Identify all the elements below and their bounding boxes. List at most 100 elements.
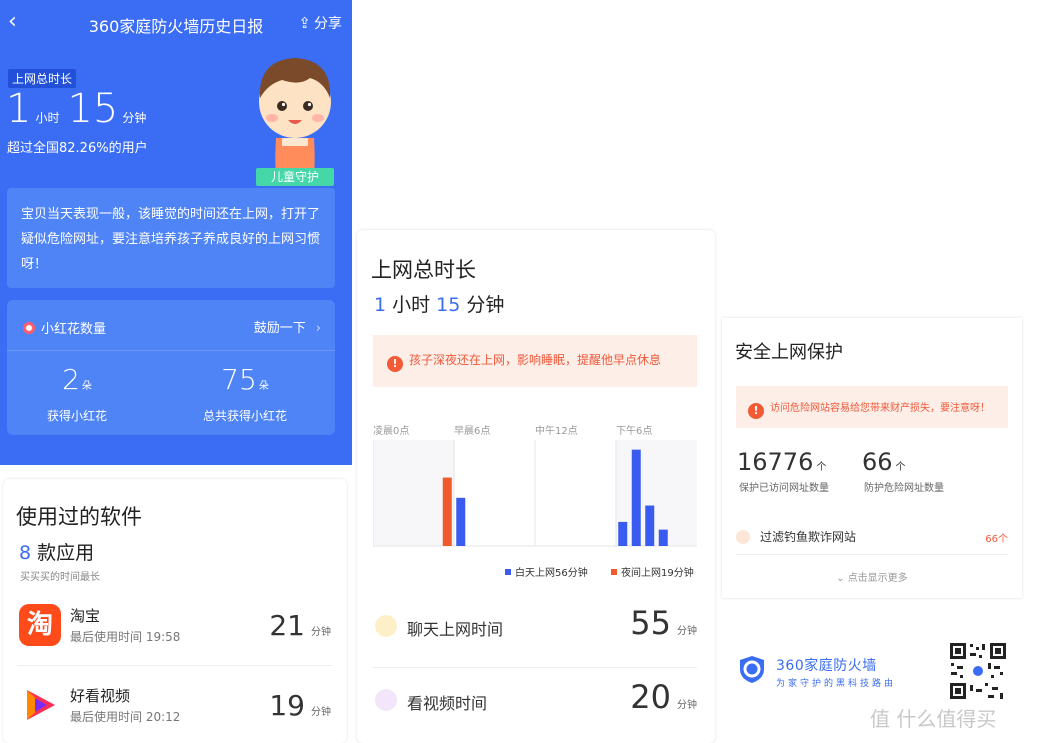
summary-message: 宝贝当天表现一般，该睡觉的时间还在上网，打开了疑似危险网址，要注意培养孩子养成良… [7, 188, 335, 288]
rank-text: 超过全国82.26%的用户 [7, 141, 148, 156]
video-label: 看视频时间 [407, 694, 488, 713]
exclamation-icon: ! [387, 356, 403, 372]
apps-card: 使用过的软件 8 款应用 买买买的时间最长 淘 淘宝 最后使用时间 19:58 … [3, 479, 347, 743]
divider [373, 667, 697, 668]
flowers-total-stat: 75 朵 总共获得小红花 [175, 364, 315, 424]
apps-count: 8 款应用 [19, 538, 94, 565]
x-tick-label: 早晨6点 [454, 425, 490, 437]
online-hours: 1 [374, 294, 387, 316]
child-guard-badge: 儿童守护 [256, 168, 334, 186]
danger-unit: 个 [895, 462, 906, 473]
haokan-video-icon [27, 690, 55, 720]
show-more-button[interactable]: ⌄ 点击显示更多 [722, 569, 1022, 584]
divider [736, 554, 1008, 555]
flowers-got-label: 获得小红花 [46, 409, 107, 423]
chart-bar [618, 521, 628, 546]
hours-unit: 小时 [35, 111, 60, 125]
visited-value: 16776 [737, 448, 814, 476]
app-minutes-unit: 分钟 [311, 627, 331, 638]
online-time: 1 小时 15 分钟 [374, 290, 504, 317]
video-time-row: 看视频时间 20 分钟 [373, 676, 697, 736]
chevron-down-icon: ⌄ [836, 573, 845, 584]
app-minutes: 21 分钟 [269, 609, 331, 642]
legend-day-label: 白天上网56分钟 [515, 568, 588, 579]
video-value: 20 分钟 [630, 678, 697, 716]
app-minutes-unit: 分钟 [311, 707, 331, 718]
app-name: 淘宝 [70, 607, 101, 625]
brand-slogan: 为家守护的黑科技路由 [776, 679, 897, 689]
apps-subtitle: 买买买的时间最长 [20, 572, 100, 583]
app-row-haokan[interactable]: 好看视频 最后使用时间 20:12 19 分钟 [17, 681, 333, 741]
danger-site-warning: ! 访问危险网站容易给您带来财产损失，要注意呀！ [736, 386, 1008, 428]
danger-value: 66 [862, 448, 893, 476]
filter-phishing-row[interactable]: 过滤钓鱼欺诈网站 [736, 528, 856, 545]
legend-night-swatch [611, 569, 617, 575]
visited-unit: 个 [816, 462, 827, 473]
usage-chart: 凌晨0点 早晨6点 中午12点 下午6点 [373, 424, 697, 547]
qr-code [948, 641, 1008, 701]
chart-bar [442, 477, 452, 546]
watermark: 值 什么值得买 [870, 707, 997, 731]
video-icon [375, 689, 397, 711]
chat-value: 55 分钟 [630, 604, 697, 642]
top-bar: ‹ 360家庭防火墙历史日报 ⇪ 分享 [0, 0, 352, 46]
app-minutes: 19 分钟 [269, 689, 331, 722]
apps-title: 使用过的软件 [16, 505, 142, 529]
chart-bar [456, 497, 466, 546]
danger-count: 66 个 [862, 448, 906, 476]
video-value-number: 20 [630, 678, 671, 716]
encourage-button[interactable]: 鼓励一下 › [254, 317, 321, 336]
online-minutes-unit: 分钟 [460, 294, 505, 316]
child-avatar [259, 58, 331, 186]
apps-count-value: 8 [19, 542, 32, 564]
danger-site-warning-text: 访问危险网站容易给您带来财产损失，要注意呀！ [770, 403, 990, 414]
brand-name: 360家庭防火墙 [776, 658, 877, 674]
app-minutes-value: 19 [269, 689, 305, 722]
share-label: 分享 [314, 16, 342, 32]
minutes-unit: 分钟 [122, 111, 147, 125]
security-title: 安全上网保护 [735, 342, 843, 363]
phishing-icon [736, 530, 750, 544]
360-shield-logo [740, 656, 764, 683]
chat-unit: 分钟 [677, 626, 697, 637]
x-tick-label: 下午6点 [616, 424, 652, 437]
filter-phishing-label: 过滤钓鱼欺诈网站 [760, 530, 857, 544]
danger-label: 防护危险网址数量 [864, 483, 944, 494]
app-last-used: 最后使用时间 19:58 [70, 630, 181, 644]
total-online-time: 1 小时 15 分钟 [6, 86, 154, 141]
x-tick-label: 中午12点 [535, 424, 578, 437]
online-time-card: 上网总时长 1 小时 15 分钟 ! 孩子深夜还在上网，影响睡眠，提醒他早点休息 凌… [357, 230, 715, 743]
night-band [616, 440, 697, 546]
legend-day: 白天上网56分钟 [505, 564, 588, 579]
flowers-total-value: 75 [221, 363, 257, 396]
app-row-taobao[interactable]: 淘 淘宝 最后使用时间 19:58 21 分钟 [17, 601, 333, 661]
app-last-used: 最后使用时间 20:12 [70, 710, 181, 724]
flowers-total-label: 总共获得小红花 [202, 409, 287, 423]
taobao-icon: 淘 [19, 604, 61, 646]
share-button[interactable]: ⇪ 分享 [298, 13, 342, 33]
legend-day-swatch [505, 569, 511, 575]
flower-card: 小红花数量 鼓励一下 › 2朵 获得小红花 75 朵 总共获得小红花 [7, 300, 335, 435]
chat-label: 聊天上网时间 [407, 620, 504, 639]
filter-phishing-count: 66个 [985, 534, 1008, 545]
x-tick-label: 凌晨0点 [373, 424, 409, 437]
app-name: 好看视频 [70, 687, 131, 705]
encourage-label: 鼓励一下 [253, 321, 306, 336]
visited-count: 16776 个 [737, 448, 826, 476]
show-more-label: 点击显示更多 [847, 573, 908, 584]
flowers-got-unit: 朵 [81, 381, 92, 392]
chart-bar [658, 529, 668, 546]
flowers-total-unit: 朵 [258, 381, 269, 392]
hours-value: 1 [6, 86, 32, 132]
minutes-value: 15 [67, 86, 119, 132]
apps-count-suffix: 款应用 [31, 542, 95, 564]
security-card: 安全上网保护 ! 访问危险网站容易给您带来财产损失，要注意呀！ 16776 个 保护… [722, 318, 1022, 598]
late-night-warning: ! 孩子深夜还在上网，影响睡眠，提醒他早点休息 [373, 335, 697, 387]
flower-icon [23, 322, 35, 334]
online-hours-unit: 小时 [386, 294, 431, 316]
online-minutes: 15 [436, 294, 461, 316]
chart-bar [645, 505, 655, 546]
exclamation-icon: ! [748, 403, 764, 419]
flowers-got-value: 2 [62, 363, 80, 396]
divider [17, 665, 333, 666]
